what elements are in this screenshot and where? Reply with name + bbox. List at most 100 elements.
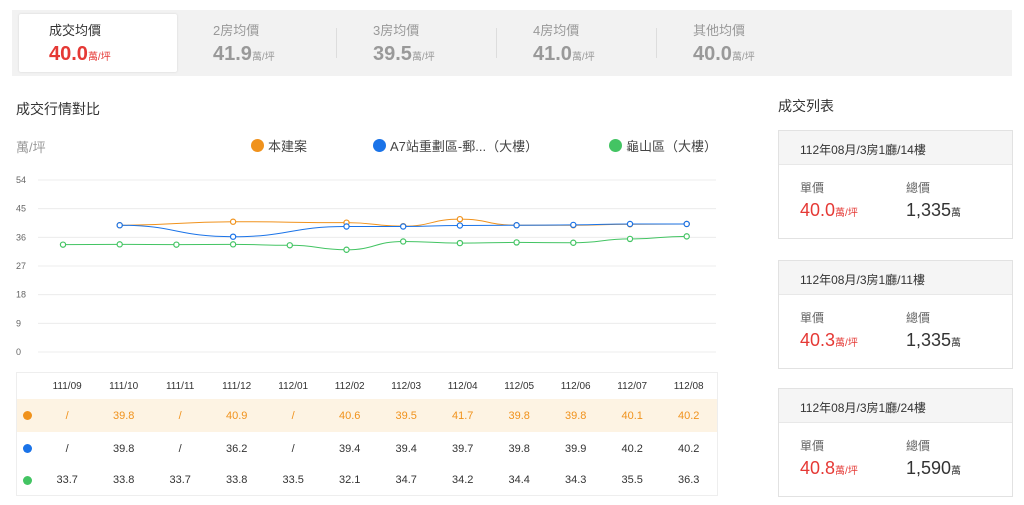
- table-cell: 33.5: [282, 474, 304, 486]
- tab-4room-price[interactable]: 4房均價 41.0萬/坪: [497, 10, 657, 76]
- legend-dot: [251, 139, 264, 152]
- tab-unit: 萬/坪: [87, 52, 111, 63]
- data-point: [626, 235, 634, 243]
- table-cell: /: [291, 409, 295, 422]
- unit-price-label: 單價: [800, 181, 825, 195]
- row-dot: [23, 475, 33, 485]
- data-point: [570, 221, 577, 229]
- table-cell: 39.8: [508, 442, 530, 455]
- unit-price-unit: 萬/坪: [835, 338, 858, 349]
- data-point: [513, 222, 520, 229]
- tab-2room-price[interactable]: 2房均價 41.9萬/坪: [177, 10, 337, 76]
- legend-dot: [373, 139, 386, 152]
- data-point: [59, 241, 67, 248]
- unit-price-label: 單價: [800, 311, 825, 325]
- table-cell: /: [178, 442, 182, 455]
- data-point: [456, 222, 464, 229]
- table-cell: 40.2: [621, 442, 643, 455]
- table-header-cell: 112/04: [447, 380, 478, 392]
- total-price-value: 1,590: [906, 458, 952, 478]
- table-cell: 36.2: [225, 442, 248, 455]
- data-point: [229, 233, 237, 240]
- table-cell: /: [178, 409, 182, 422]
- data-point: [626, 220, 634, 228]
- tab-label: 3房均價: [373, 23, 420, 38]
- table-cell: 34.7: [395, 474, 417, 486]
- table-cell: 34.3: [564, 474, 587, 486]
- total-price-unit: 萬: [951, 208, 962, 219]
- table-header-cell: 112/08: [673, 380, 704, 392]
- table-header-cell: 111/12: [222, 380, 252, 392]
- table-cell: 33.7: [56, 474, 78, 486]
- transaction-card[interactable]: 112年08月/3房1廳/11樓 單價 40.3萬/坪 總價 1,335萬: [778, 260, 1013, 369]
- table-cell: 33.8: [112, 474, 135, 486]
- table-cell: 39.4: [395, 442, 417, 455]
- table-cell: 36.3: [677, 474, 700, 486]
- y-tick-label: 54: [16, 175, 26, 185]
- table-header-cell: 112/01: [278, 380, 309, 392]
- data-point: [116, 241, 123, 248]
- legend-item-district[interactable]: A7站重劃區-郵...（大樓）: [373, 136, 538, 155]
- unit-price-unit: 萬/坪: [835, 466, 858, 477]
- table-cell: 39.9: [564, 442, 587, 455]
- tab-avg-price[interactable]: 成交均價 40.0萬/坪: [19, 14, 177, 72]
- data-point: [683, 233, 690, 240]
- table-header-cell: 111/10: [109, 380, 139, 392]
- table-cell: 41.7: [451, 409, 474, 422]
- unit-price-unit: 萬/坪: [835, 208, 858, 219]
- data-point: [456, 239, 464, 247]
- total-price-value: 1,335: [906, 330, 952, 350]
- unit-price-value: 40.0: [800, 200, 836, 220]
- tab-value: 40.0: [49, 43, 88, 65]
- data-point: [683, 220, 690, 228]
- data-point: [456, 215, 464, 223]
- tab-other-price[interactable]: 其他均價 40.0萬/坪: [657, 10, 817, 76]
- tab-label: 4房均價: [533, 23, 580, 38]
- row-dot: [23, 411, 33, 420]
- y-tick-label: 18: [16, 290, 26, 300]
- tab-unit: 萬/坪: [411, 52, 435, 63]
- transaction-card[interactable]: 112年08月/3房1廳/24樓 單價 40.8萬/坪 總價 1,590萬: [778, 388, 1013, 497]
- tab-value: 41.9: [213, 43, 252, 65]
- table-cell: 34.2: [451, 474, 474, 486]
- table-cell: 39.8: [112, 409, 135, 422]
- unit-price-label: 單價: [800, 439, 825, 453]
- table-cell: 39.8: [564, 409, 587, 422]
- data-point: [229, 218, 237, 225]
- table-header-cell: 111/11: [165, 380, 195, 392]
- data-point: [400, 238, 407, 245]
- total-price-label: 總價: [906, 439, 931, 453]
- tab-label: 2房均價: [213, 23, 260, 38]
- table-cell: 40.2: [677, 442, 700, 455]
- table-cell: 40.9: [225, 409, 248, 422]
- legend-label: 本建案: [268, 139, 308, 154]
- table-cell: 32.1: [338, 474, 361, 486]
- series-line: [62, 235, 687, 251]
- transaction-card[interactable]: 112年08月/3房1廳/14樓 單價 40.0萬/坪 總價 1,335萬: [778, 130, 1013, 239]
- tab-label: 其他均價: [693, 23, 746, 38]
- table-row-district: / 39.8 / 36.2 / 39.4 39.4 39.7 39.8 39.9 40.2 40.2: [17, 432, 717, 465]
- table-header-cell: 112/05: [504, 380, 535, 392]
- total-price-label: 總價: [906, 311, 931, 325]
- trend-data-table: 111/09 111/10 111/11 111/12 112/01 112/02 112/…: [16, 372, 718, 496]
- legend-item-project[interactable]: 本建案: [251, 136, 307, 155]
- legend-item-region[interactable]: 龜山區（大樓）: [609, 136, 717, 155]
- tab-value: 39.5: [373, 43, 412, 65]
- y-tick-label: 36: [16, 232, 26, 242]
- tab-label: 成交均價: [49, 23, 102, 38]
- table-cell: 33.8: [225, 474, 248, 486]
- tab-3room-price[interactable]: 3房均價 39.5萬/坪: [337, 10, 497, 76]
- table-header-cell: 112/07: [617, 380, 648, 392]
- table-cell: 39.7: [451, 442, 474, 455]
- data-point: [286, 242, 293, 249]
- y-tick-label: 0: [16, 347, 21, 357]
- list-section-title: 成交列表: [778, 98, 834, 114]
- total-price-label: 總價: [906, 181, 931, 195]
- table-cell: 39.5: [395, 409, 417, 422]
- tab-unit: 萬/坪: [731, 52, 755, 63]
- table-header-cell: 112/02: [334, 380, 365, 392]
- table-row-region: 33.7 33.8 33.7 33.8 33.5 32.1 34.7 34.2 34.4 34.3…: [17, 465, 717, 495]
- table-cell: 39.8: [112, 442, 135, 455]
- table-header-cell: 111/09: [52, 380, 82, 392]
- unit-price-value: 40.8: [800, 458, 836, 478]
